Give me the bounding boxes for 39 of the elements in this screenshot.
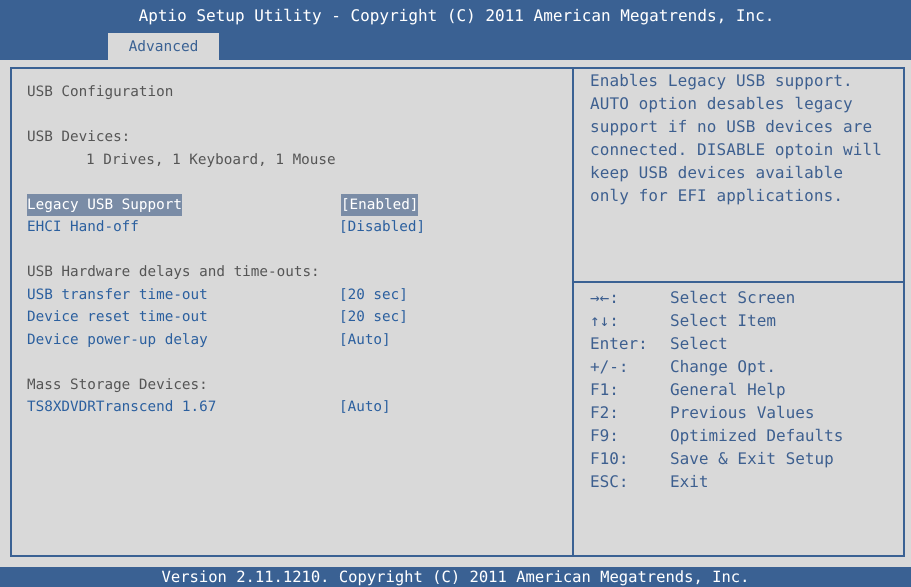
setting-value[interactable]: [Auto] — [339, 328, 391, 351]
key-action: Previous Values — [670, 402, 814, 424]
help-text: Enables Legacy USB support. AUTO option desables legacy support if no USB devices are connected. DISABLE optoin will keep USB devices available only for EFI applications. — [590, 70, 883, 207]
key-name: +/-: — [590, 356, 630, 378]
key-name: F1: — [590, 379, 620, 401]
key-name: Enter: — [590, 333, 649, 355]
key-action: Change Opt. — [670, 356, 776, 378]
window-title: Aptio Setup Utility - Copyright (C) 2011 American Megatrends, Inc. — [138, 5, 776, 27]
setting-value[interactable]: [Enabled] — [340, 194, 418, 216]
key-action: Save & Exit Setup — [670, 448, 834, 470]
key-name: ↑↓: — [590, 310, 620, 332]
setting-value[interactable]: [Auto] — [339, 396, 391, 418]
key-name: F10: — [590, 448, 630, 470]
section-heading: USB Hardware delays and time-outs: — [27, 263, 321, 282]
key-action: Select Screen — [670, 287, 796, 309]
key-action: Select — [670, 333, 728, 355]
key-name: ESC: — [590, 471, 630, 493]
setting-label[interactable]: Device reset time-out — [27, 306, 339, 328]
section-heading: Mass Storage Devices: — [27, 376, 209, 394]
key-name: F9: — [590, 425, 620, 447]
setting-value[interactable]: [20 sec] — [339, 306, 408, 328]
key-action: Select Item — [670, 310, 776, 332]
setting-label[interactable]: Device power-up delay — [27, 328, 339, 351]
device-summary: 1 Drives, 1 Keyboard, 1 Mouse — [85, 150, 337, 170]
setting-value[interactable]: [20 sec] — [339, 284, 408, 306]
setting-label[interactable]: Legacy USB Support — [27, 194, 182, 216]
key-name: →←: — [590, 287, 620, 309]
tab[interactable]: Advanced — [108, 33, 219, 60]
setting-label[interactable]: USB transfer time-out — [27, 284, 339, 306]
key-action: Exit — [670, 471, 709, 493]
setting-value[interactable]: [Disabled] — [339, 216, 426, 238]
key-name: F2: — [590, 402, 620, 424]
setting-label[interactable]: TS8XDVDRTranscend 1.67 — [27, 396, 339, 418]
section-heading: USB Devices: — [27, 128, 132, 147]
key-action: General Help — [670, 379, 786, 401]
setting-label[interactable]: EHCI Hand-off — [27, 216, 339, 238]
section-heading: USB Configuration — [27, 83, 174, 102]
version-text: Version 2.11.1210. Copyright (C) 2011 American Megatrends, Inc. — [162, 568, 750, 586]
key-action: Optimized Defaults — [670, 425, 844, 447]
